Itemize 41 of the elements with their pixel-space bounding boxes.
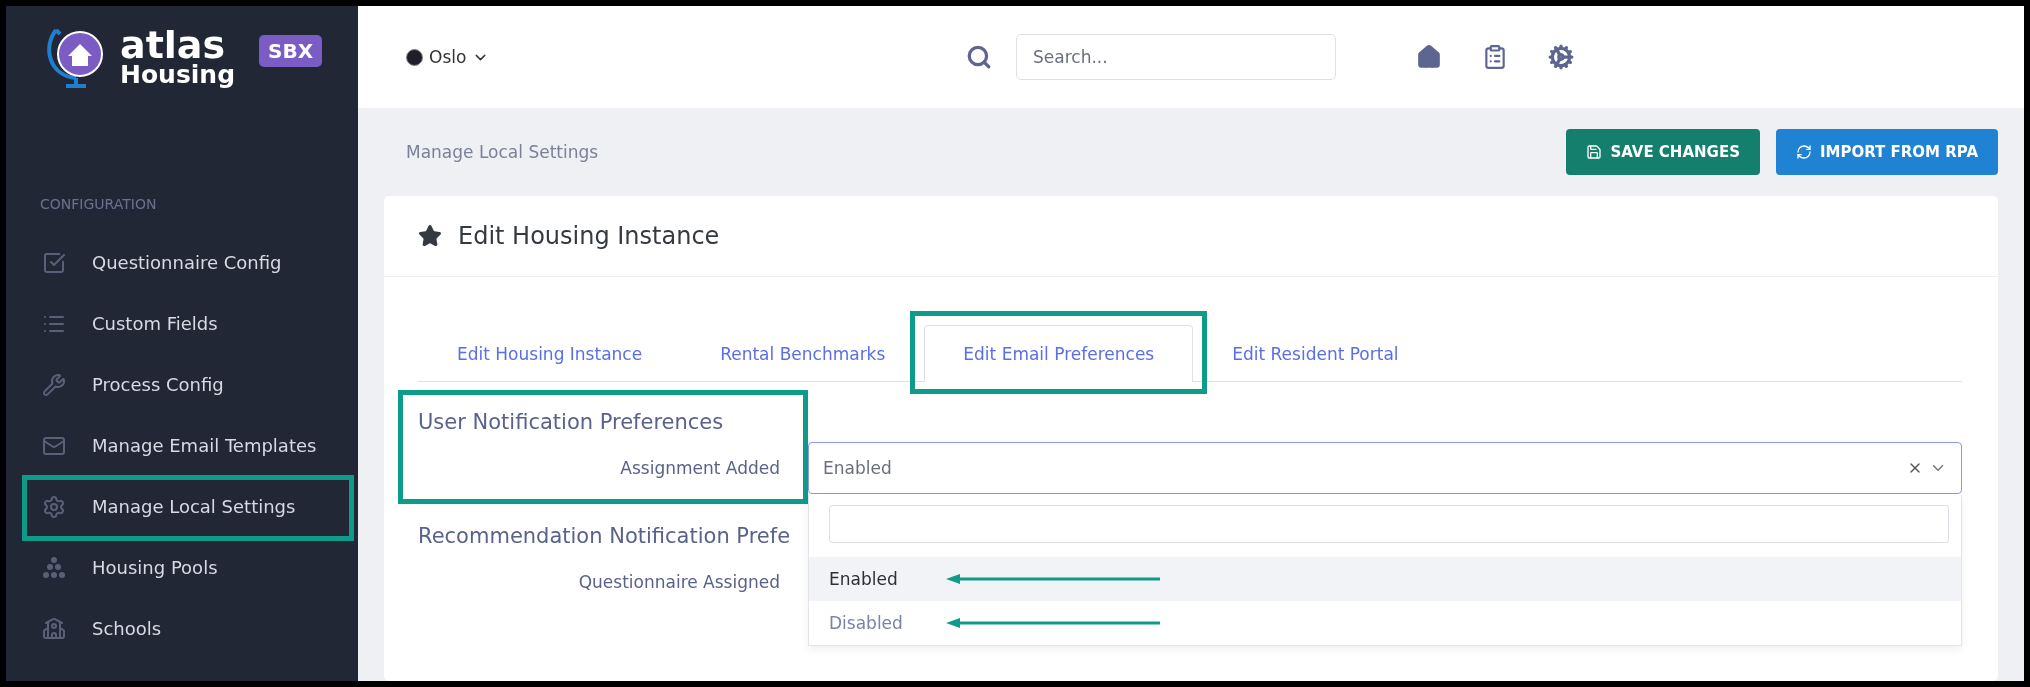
gear-icon — [42, 494, 66, 519]
tab[interactable]: Edit Housing Instance — [418, 325, 682, 382]
sidebar-item[interactable]: Custom Fields — [6, 293, 358, 354]
import-button[interactable]: IMPORT FROM RPA — [1775, 129, 1998, 175]
search-field[interactable]: Search... — [1016, 34, 1336, 80]
tab[interactable]: Edit Resident Portal — [1193, 325, 1438, 382]
search-icon[interactable] — [966, 44, 992, 70]
sidebar-section-label: CONFIGURATION — [39, 195, 158, 214]
sidebar-item[interactable]: Housing Pools — [6, 537, 358, 598]
dropdown-search-field[interactable] — [829, 505, 1949, 543]
school-icon — [42, 616, 66, 641]
logo-subtitle: Housing — [120, 63, 236, 87]
refresh-icon — [1795, 144, 1812, 160]
gears-icon[interactable] — [1548, 44, 1574, 70]
field-label: Questionnaire Assigned — [577, 572, 780, 592]
dropdown-option[interactable]: Disabled — [809, 601, 1961, 645]
location-selector[interactable]: Oslo — [429, 47, 467, 67]
tab[interactable]: Edit Email Preferences — [924, 325, 1194, 382]
card-title: Edit Housing Instance — [458, 222, 720, 250]
star-icon — [418, 224, 442, 248]
field-label: Assignment Added — [619, 458, 780, 478]
checkbox-icon — [42, 250, 66, 275]
save-changes-button[interactable]: SAVE CHANGES — [1566, 129, 1760, 175]
sidebar-item[interactable]: Questionnaire Config — [6, 232, 358, 293]
tab[interactable]: Rental Benchmarks — [681, 325, 925, 382]
sidebar-item[interactable]: Manage Email Templates — [6, 415, 358, 476]
dots-icon — [42, 555, 66, 580]
wrench-icon — [42, 372, 66, 397]
house-icon[interactable] — [1416, 44, 1442, 70]
sidebar-item[interactable]: Process Config — [6, 354, 358, 415]
sidebar-item[interactable]: Schools — [6, 598, 358, 659]
section-title: Recommendation Notification Prefe — [418, 523, 791, 550]
clipboard-icon[interactable] — [1482, 44, 1508, 70]
dropdown-option[interactable]: Enabled — [809, 557, 1961, 601]
environment-badge: SBX — [259, 35, 323, 67]
section-title: User Notification Preferences — [418, 409, 724, 436]
breadcrumb: Manage Local Settings — [406, 142, 600, 162]
floppy-icon — [1586, 144, 1603, 160]
location-dot-icon — [406, 48, 423, 66]
logo-name: atlas — [120, 27, 226, 64]
sidebar-item[interactable]: Manage Local Settings — [6, 476, 358, 537]
